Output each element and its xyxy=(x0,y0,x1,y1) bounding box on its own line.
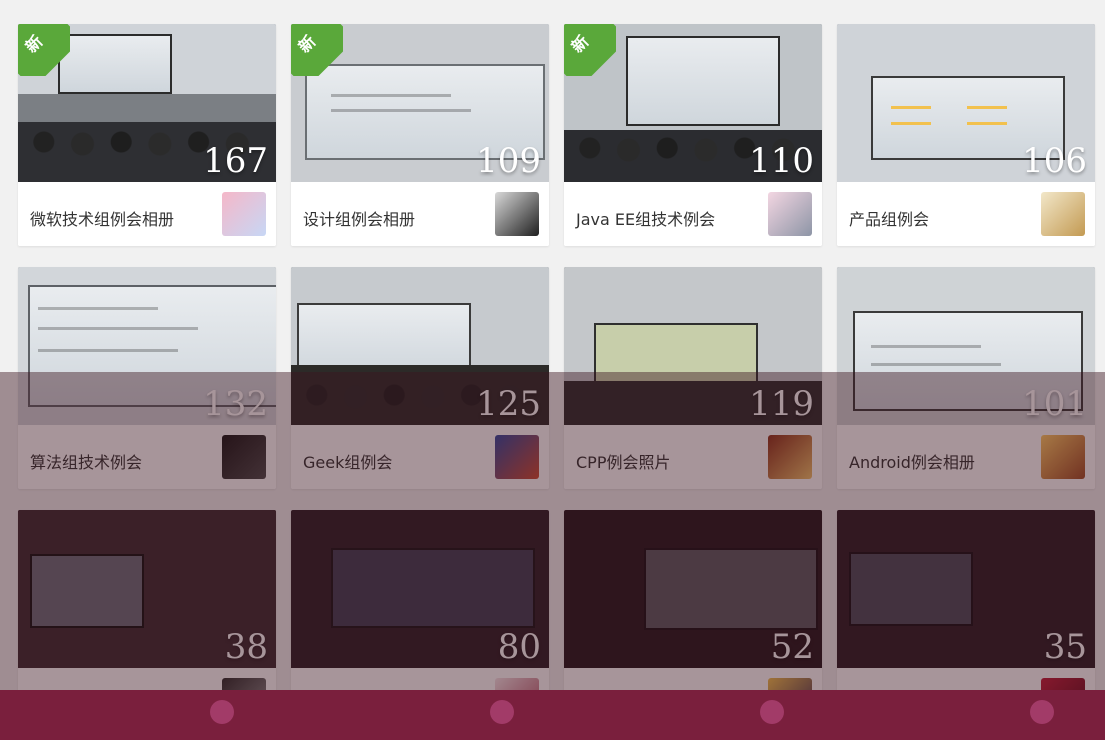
avatar[interactable] xyxy=(768,435,812,479)
album-card[interactable]: 106 产品组例会 xyxy=(837,24,1095,246)
photo-count: 52 xyxy=(770,627,814,667)
photo-count: 38 xyxy=(224,627,268,667)
photo-count: 106 xyxy=(1022,141,1087,181)
photo-count: 167 xyxy=(203,141,268,181)
album-cover[interactable]: 新 109 xyxy=(291,24,549,182)
overlay-dot xyxy=(210,700,234,724)
album-cover[interactable]: 38 xyxy=(18,510,276,668)
avatar[interactable] xyxy=(1041,435,1085,479)
album-meta: 产品组例会 xyxy=(837,182,1095,246)
album-cover[interactable]: 119 xyxy=(564,267,822,425)
new-badge: 新 xyxy=(291,24,343,76)
photo-count: 101 xyxy=(1022,384,1087,424)
photo-count: 109 xyxy=(476,141,541,181)
avatar[interactable] xyxy=(768,192,812,236)
album-card[interactable]: 132 算法组技术例会 xyxy=(18,267,276,489)
avatar[interactable] xyxy=(1041,192,1085,236)
album-title[interactable]: Java EE组技术例会 xyxy=(576,206,715,230)
photo-count: 110 xyxy=(749,141,814,181)
album-cover[interactable]: 106 xyxy=(837,24,1095,182)
album-title[interactable]: 产品组例会 xyxy=(849,206,929,230)
overlay-dot xyxy=(1030,700,1054,724)
album-meta: Android例会相册 xyxy=(837,425,1095,489)
album-cover[interactable]: 52 xyxy=(564,510,822,668)
new-badge-label: 新 xyxy=(21,31,47,57)
album-cover[interactable]: 125 xyxy=(291,267,549,425)
photo-count: 132 xyxy=(203,384,268,424)
album-grid: 新 167 微软技术组例会相册 新 109 设计组例会相册 新 110 Java… xyxy=(18,24,1098,732)
album-title[interactable]: 设计组例会相册 xyxy=(303,206,415,230)
photo-count: 35 xyxy=(1043,627,1087,667)
album-meta: Geek组例会 xyxy=(291,425,549,489)
new-badge: 新 xyxy=(564,24,616,76)
photo-count: 80 xyxy=(497,627,541,667)
album-cover[interactable]: 新 167 xyxy=(18,24,276,182)
photo-count: 119 xyxy=(749,384,814,424)
album-cover[interactable]: 新 110 xyxy=(564,24,822,182)
album-cover[interactable]: 80 xyxy=(291,510,549,668)
album-card[interactable]: 119 CPP例会照片 xyxy=(564,267,822,489)
album-title[interactable]: 算法组技术例会 xyxy=(30,449,142,473)
new-badge-label: 新 xyxy=(567,31,593,57)
album-meta: 微软技术组例会相册 xyxy=(18,182,276,246)
album-meta: Java EE组技术例会 xyxy=(564,182,822,246)
new-badge: 新 xyxy=(18,24,70,76)
album-title[interactable]: Geek组例会 xyxy=(303,449,392,473)
album-title[interactable]: 微软技术组例会相册 xyxy=(30,206,174,230)
new-badge-label: 新 xyxy=(294,31,320,57)
photo-count: 125 xyxy=(476,384,541,424)
album-meta: 算法组技术例会 xyxy=(18,425,276,489)
overlay-dot xyxy=(760,700,784,724)
album-meta: CPP例会照片 xyxy=(564,425,822,489)
avatar[interactable] xyxy=(222,435,266,479)
album-meta: 设计组例会相册 xyxy=(291,182,549,246)
avatar[interactable] xyxy=(495,435,539,479)
album-cover[interactable]: 132 xyxy=(18,267,276,425)
album-card[interactable]: 新 167 微软技术组例会相册 xyxy=(18,24,276,246)
album-card[interactable]: 新 109 设计组例会相册 xyxy=(291,24,549,246)
bottom-overlay-bar xyxy=(0,690,1105,740)
album-card[interactable]: 101 Android例会相册 xyxy=(837,267,1095,489)
album-title[interactable]: Android例会相册 xyxy=(849,449,975,473)
album-cover[interactable]: 101 xyxy=(837,267,1095,425)
album-title[interactable]: CPP例会照片 xyxy=(576,449,670,473)
album-card[interactable]: 新 110 Java EE组技术例会 xyxy=(564,24,822,246)
overlay-dot xyxy=(490,700,514,724)
avatar[interactable] xyxy=(495,192,539,236)
avatar[interactable] xyxy=(222,192,266,236)
album-cover[interactable]: 35 xyxy=(837,510,1095,668)
album-card[interactable]: 125 Geek组例会 xyxy=(291,267,549,489)
